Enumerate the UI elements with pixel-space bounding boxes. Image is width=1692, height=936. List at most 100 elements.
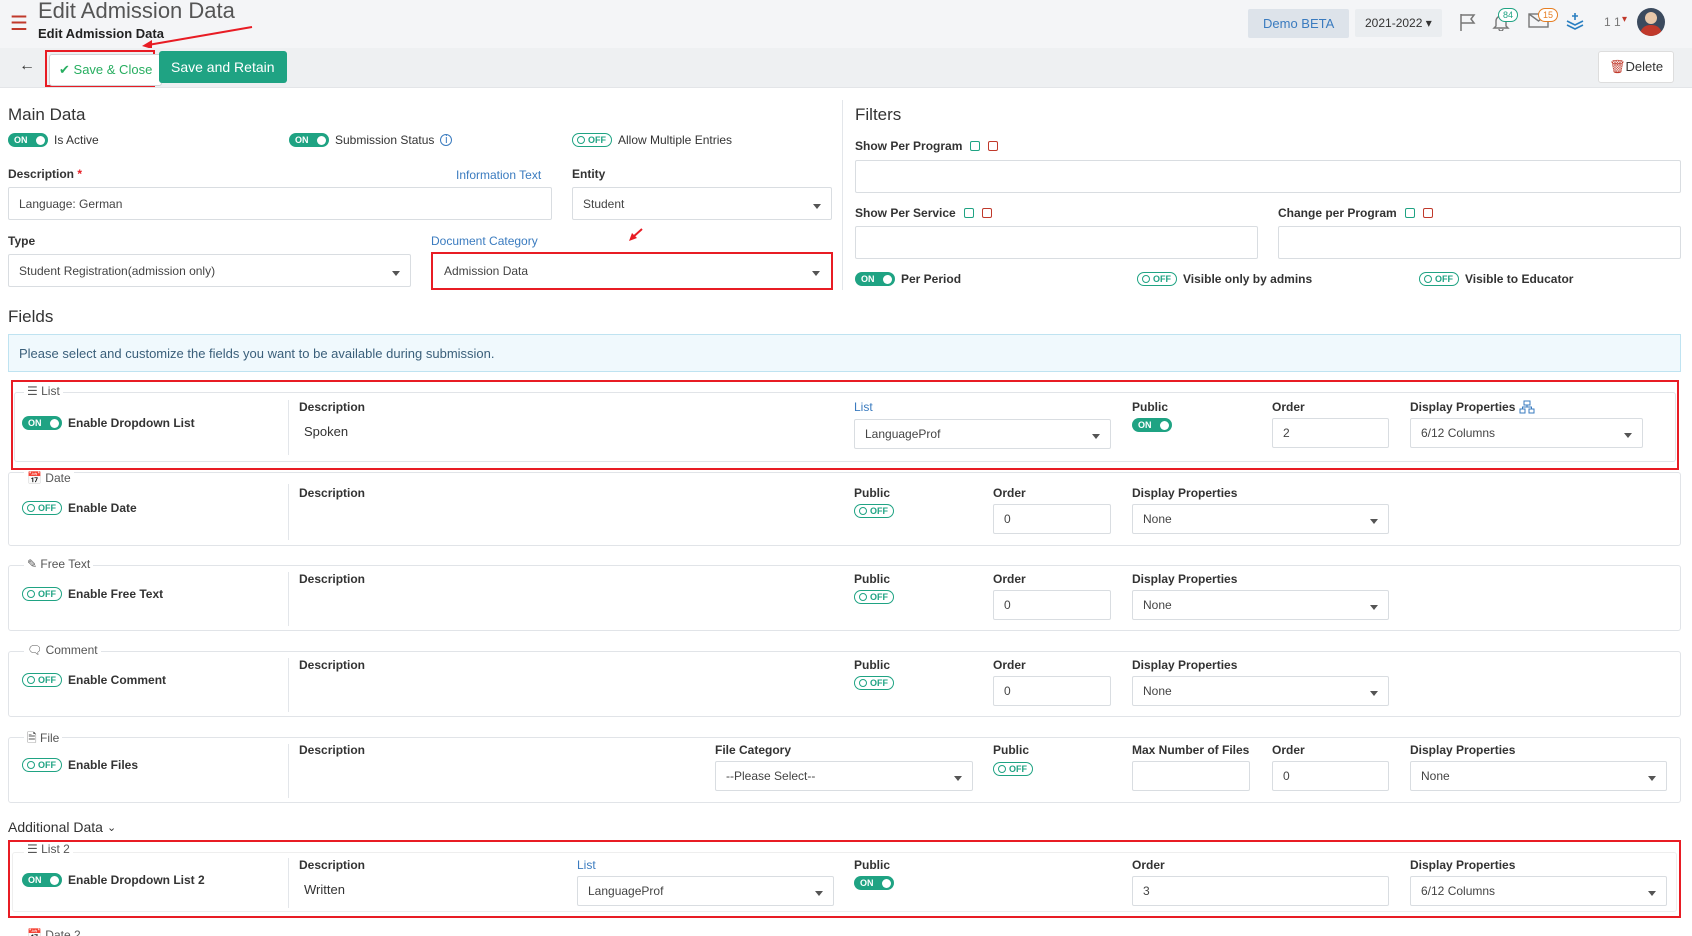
description-label: Description *: [8, 167, 82, 181]
document-category-select[interactable]: Admission Data: [434, 255, 830, 287]
visible-educator-label: Visible to Educator: [1465, 272, 1574, 286]
check-icon: ✔: [59, 62, 70, 77]
is-active-label: Is Active: [54, 133, 99, 147]
list-list-select[interactable]: LanguageProf: [854, 419, 1111, 449]
document-category-label: Document Category: [431, 234, 538, 248]
free-text-display-select[interactable]: None: [1132, 590, 1389, 620]
clear-square-icon[interactable]: [1422, 208, 1433, 218]
clear-square-icon[interactable]: [988, 141, 999, 151]
list-public-label: Public: [1132, 400, 1169, 414]
comment-display-select[interactable]: None: [1132, 676, 1389, 706]
check-square-icon[interactable]: [1404, 208, 1415, 218]
show-per-service-group: Show Per Service: [855, 206, 992, 220]
flag-icon[interactable]: [1458, 12, 1478, 32]
year-select[interactable]: 2021-2022 ▾: [1355, 9, 1442, 37]
allow-multiple-toggle[interactable]: OFF: [572, 133, 612, 147]
check-square-icon[interactable]: [970, 141, 981, 151]
submission-status-toggle[interactable]: ON: [289, 133, 329, 147]
visible-educator-toggle[interactable]: OFF: [1419, 272, 1459, 286]
column-divider: [842, 100, 843, 290]
file-legend: 🗎 File: [24, 729, 63, 750]
delete-button[interactable]: 🗑Delete: [1598, 51, 1675, 83]
save-retain-button[interactable]: Save and Retain: [159, 51, 287, 83]
toggle-knob: [27, 590, 35, 598]
back-arrow-icon[interactable]: ←: [19, 57, 35, 75]
file-public-toggle[interactable]: OFF: [993, 762, 1033, 776]
enable-list-toggle[interactable]: ON: [22, 416, 62, 430]
list-order-input[interactable]: 2: [1272, 418, 1389, 448]
list2-list-label: List: [577, 858, 596, 872]
show-per-service-input[interactable]: [855, 226, 1258, 259]
list-icon: ☰: [27, 842, 38, 856]
entity-select[interactable]: Student: [572, 187, 832, 220]
additional-data-toggle[interactable]: Additional Data ⌄: [8, 819, 116, 835]
user-initials[interactable]: 1 1: [1604, 15, 1621, 29]
check-square-icon[interactable]: [963, 208, 974, 218]
free-text-order-input[interactable]: 0: [993, 590, 1111, 620]
list2-order-input[interactable]: 3: [1132, 876, 1389, 906]
file-public-label: Public: [993, 743, 1030, 757]
description-input[interactable]: Language: German: [8, 187, 552, 220]
hierarchy-icon[interactable]: [1519, 400, 1535, 414]
is-active-toggle[interactable]: ON: [8, 133, 48, 147]
free-text-public-toggle[interactable]: OFF: [854, 590, 894, 604]
change-per-program-label: Change per Program: [1278, 206, 1397, 220]
avatar[interactable]: [1637, 8, 1665, 36]
toggle-knob: [883, 274, 892, 284]
allow-multiple-toggle-group: OFF Allow Multiple Entries: [572, 133, 732, 147]
date-display-select[interactable]: None: [1132, 504, 1389, 534]
enable-date-toggle[interactable]: OFF: [22, 501, 62, 515]
enable-free-text-toggle[interactable]: OFF: [22, 587, 62, 601]
menu-icon[interactable]: ☰: [10, 11, 28, 36]
list2-list-select[interactable]: LanguageProf: [577, 876, 834, 906]
enable-files-toggle[interactable]: OFF: [22, 758, 62, 772]
max-files-input[interactable]: [1132, 761, 1250, 791]
list-description-value[interactable]: Spoken: [304, 424, 348, 439]
file-display-select[interactable]: None: [1410, 761, 1667, 791]
list-display-select[interactable]: 6/12 Columns: [1410, 418, 1643, 448]
file-order-input[interactable]: 0: [1272, 761, 1389, 791]
list2-legend-text: List 2: [41, 842, 70, 856]
information-text-link[interactable]: Information Text: [456, 168, 541, 182]
date-public-toggle[interactable]: OFF: [854, 504, 894, 518]
card-divider: [288, 400, 289, 455]
list2-description-value[interactable]: Written: [304, 882, 345, 897]
list-public-toggle[interactable]: ON: [1132, 418, 1172, 432]
visible-admins-toggle[interactable]: OFF: [1137, 272, 1177, 286]
org-badge[interactable]: Demo BETA: [1248, 9, 1350, 38]
enable-date-group: OFF Enable Date: [22, 501, 137, 515]
list2-display-select[interactable]: 6/12 Columns: [1410, 876, 1667, 906]
toggle-text: ON: [28, 875, 42, 885]
date-legend: 📅 Date: [24, 471, 74, 485]
type-select[interactable]: Student Registration(admission only): [8, 254, 411, 287]
list2-public-toggle[interactable]: ON: [854, 876, 894, 890]
info-icon[interactable]: i: [440, 134, 453, 146]
enable-list2-toggle[interactable]: ON: [22, 873, 62, 887]
show-per-program-input[interactable]: [855, 160, 1681, 193]
layers-icon[interactable]: [1565, 11, 1585, 31]
enable-list-group: ON Enable Dropdown List: [22, 416, 195, 430]
visible-admins-group: OFF Visible only by admins: [1137, 272, 1312, 286]
user-caret-icon[interactable]: ▾: [1622, 14, 1627, 25]
save-close-button[interactable]: ✔ Save & Close: [49, 54, 163, 86]
file-display-label: Display Properties: [1410, 743, 1516, 757]
type-label: Type: [8, 234, 36, 248]
additional-data-heading: Additional Data: [8, 819, 103, 835]
comment-legend: 🗨 Comment: [24, 643, 101, 657]
date-order-input[interactable]: 0: [993, 504, 1111, 534]
entity-label: Entity: [572, 167, 606, 181]
change-per-program-input[interactable]: [1278, 226, 1681, 259]
free-text-description-label: Description: [299, 572, 366, 586]
enable-comment-group: OFF Enable Comment: [22, 673, 166, 687]
toggle-knob: [36, 135, 45, 145]
date2-legend-text: Date 2: [45, 928, 81, 936]
caret-down-icon: ▾: [1425, 16, 1432, 30]
show-per-program-group: Show Per Program: [855, 139, 999, 153]
clear-square-icon[interactable]: [981, 208, 992, 218]
file-category-select[interactable]: --Please Select--: [715, 761, 973, 791]
per-period-toggle[interactable]: ON: [855, 272, 895, 286]
enable-comment-toggle[interactable]: OFF: [22, 673, 62, 687]
date-card: [8, 472, 1681, 546]
comment-order-input[interactable]: 0: [993, 676, 1111, 706]
comment-public-toggle[interactable]: OFF: [854, 676, 894, 690]
